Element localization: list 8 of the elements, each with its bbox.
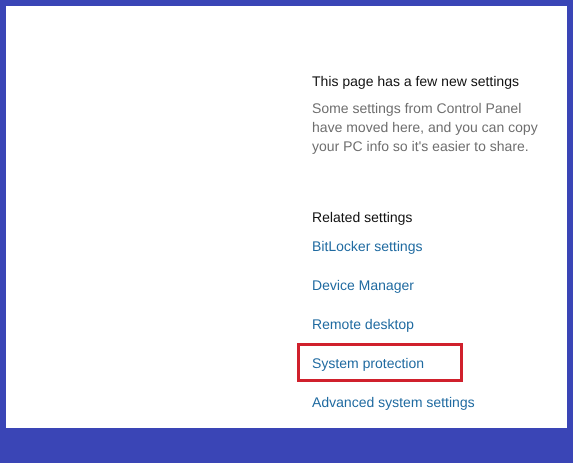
settings-link[interactable]: Remote desktop [312, 314, 414, 332]
settings-link[interactable]: BitLocker settings [312, 236, 422, 254]
info-description: Some settings from Control Panel have moved here, and you can copy your PC info so it's easier to share. [312, 99, 539, 156]
settings-link[interactable]: Advanced system settings [312, 392, 475, 410]
settings-link[interactable]: System protection [312, 354, 424, 372]
settings-link[interactable]: Device Manager [312, 276, 414, 294]
info-heading: This page has a few new settings [312, 72, 520, 91]
section-title: Related settings [312, 208, 412, 226]
